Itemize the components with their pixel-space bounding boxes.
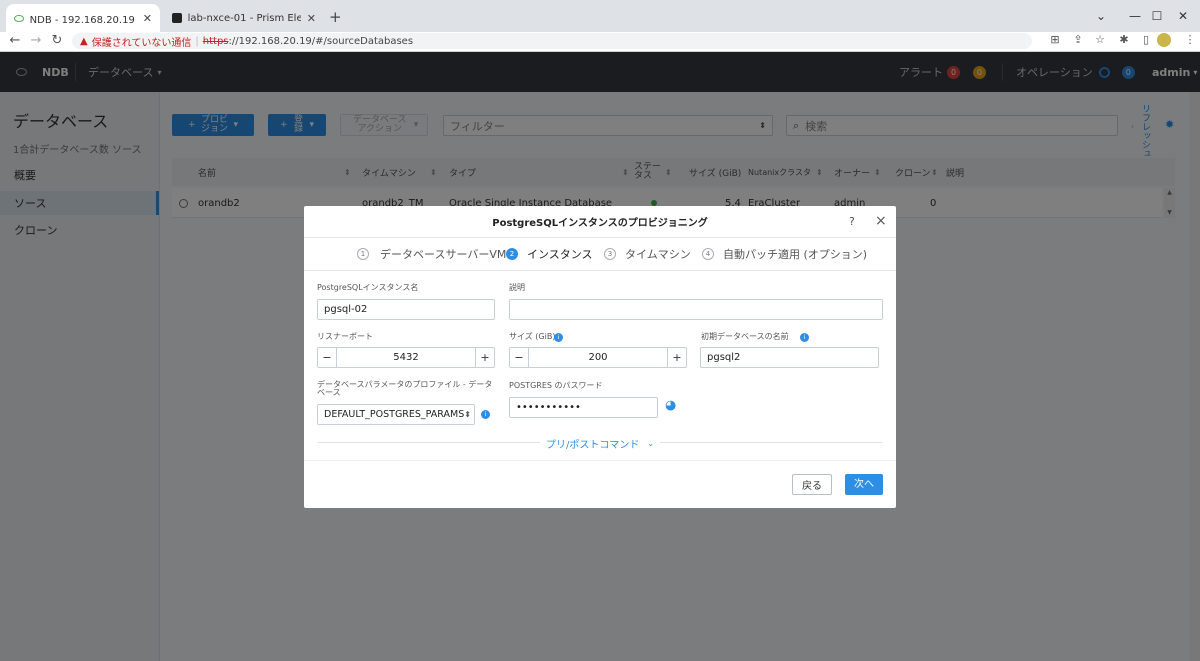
url-scheme: https [202,35,229,47]
security-warning[interactable]: 保護されていない通信 [92,34,192,49]
step-label: 自動パッチ適用 (オプション) [723,248,868,261]
param-profile-select[interactable]: DEFAULT_POSTGRES_PARAMS ⬍ [317,404,475,425]
listener-port-label: リスナーポート [317,332,373,341]
initial-db-label: 初期データベースの名前 [701,332,789,341]
instance-name-input[interactable]: pgsql-02 [317,299,495,320]
warning-icon: ▲ [80,35,88,47]
info-icon[interactable]: i [481,410,490,419]
close-tab-icon[interactable]: ✕ [307,12,316,25]
back-button[interactable]: 戻る [792,474,832,495]
modal-title: PostgreSQLインスタンスのプロビジョニング [304,206,896,238]
decrement-button[interactable]: − [318,348,337,367]
decrement-button[interactable]: − [510,348,529,367]
extensions-icon[interactable]: ✱ [1114,33,1134,46]
step-number: 1 [357,248,369,260]
menu-kebab-icon[interactable]: ⋮ [1180,33,1200,46]
param-profile-label: データベースパラメータのプロファイル - データベース [317,380,493,397]
divider: | [195,35,199,47]
forward-icon[interactable]: → [26,33,46,48]
browser-tab-prism[interactable]: lab-nxce-01 - Prism Element ✕ [164,4,324,32]
reload-icon[interactable]: ↻ [47,33,67,48]
description-label: 説明 [509,283,525,292]
password-label: POSTGRES のパスワード [509,381,603,390]
step-label: データベースサーバーVM [380,248,507,261]
back-icon[interactable]: ← [5,33,25,48]
step-label: インスタンス [527,248,593,261]
password-input[interactable]: ••••••••••• [509,397,658,418]
divider [304,270,896,271]
share-icon[interactable]: ⇪ [1068,33,1088,46]
tab-title: NDB - 192.168.20.19 - データベース [29,14,137,26]
bookmark-star-icon[interactable]: ☆ [1090,33,1110,46]
size-stepper[interactable]: − 200 + [509,347,687,368]
increment-button[interactable]: + [667,348,686,367]
select-arrows-icon: ⬍ [464,410,471,419]
window-dropdown-icon[interactable]: ⌄ [1084,0,1118,32]
provision-modal: PostgreSQLインスタンスのプロビジョニング ? × 1 データベースサー… [304,206,896,508]
increment-button[interactable]: + [475,348,494,367]
description-input[interactable] [509,299,883,320]
info-icon[interactable]: i [554,333,563,342]
instance-name-label: PostgreSQLインスタンス名 [317,283,419,292]
step-number: 3 [604,248,616,260]
url-text: ://192.168.20.19/#/sourceDatabases [228,35,414,47]
size-value[interactable]: 200 [529,348,667,367]
step-time-machine[interactable]: 3 タイムマシン [604,238,691,270]
step-auto-patching[interactable]: 4 自動パッチ適用 (オプション) [702,238,867,270]
step-number: 2 [506,248,518,260]
translate-icon[interactable]: ⊞ [1045,33,1065,46]
tab-title: lab-nxce-01 - Prism Element [187,12,301,24]
chevron-down-icon: ⌄ [647,439,655,448]
pre-post-command-toggle[interactable]: プリ/ポストコマンド ⌄ [540,436,661,451]
divider [304,460,896,461]
reveal-password-icon[interactable]: ◕ [665,398,676,413]
sidepanel-icon[interactable]: ▯ [1136,33,1156,46]
profile-avatar[interactable] [1157,33,1171,47]
browser-tab-ndb[interactable]: NDB - 192.168.20.19 - データベース ✕ [6,4,160,32]
new-tab-button[interactable]: + [329,8,342,26]
step-instance[interactable]: 2 インスタンス [506,238,593,270]
size-label: サイズ (GiB) [509,332,556,341]
nutanix-icon [172,13,182,23]
help-icon[interactable]: ? [849,215,855,228]
step-label: タイムマシン [625,248,691,261]
close-icon[interactable]: × [875,213,887,229]
close-window-icon[interactable]: ✕ [1166,0,1200,32]
info-icon[interactable]: i [800,333,809,342]
omnibox[interactable]: ▲ 保護されていない通信 | https://192.168.20.19/#/s… [72,33,1032,49]
close-tab-icon[interactable]: ✕ [143,12,152,25]
step-number: 4 [702,248,714,260]
step-db-server-vm[interactable]: 1 データベースサーバーVM [357,238,506,270]
initial-db-input[interactable]: pgsql2 [700,347,879,368]
next-button[interactable]: 次へ [845,474,883,495]
listener-port-stepper[interactable]: − 5432 + [317,347,495,368]
pre-post-command-label: プリ/ポストコマンド [546,440,640,451]
param-profile-value: DEFAULT_POSTGRES_PARAMS [324,409,465,420]
database-icon [14,14,24,22]
listener-port-value[interactable]: 5432 [337,348,475,367]
